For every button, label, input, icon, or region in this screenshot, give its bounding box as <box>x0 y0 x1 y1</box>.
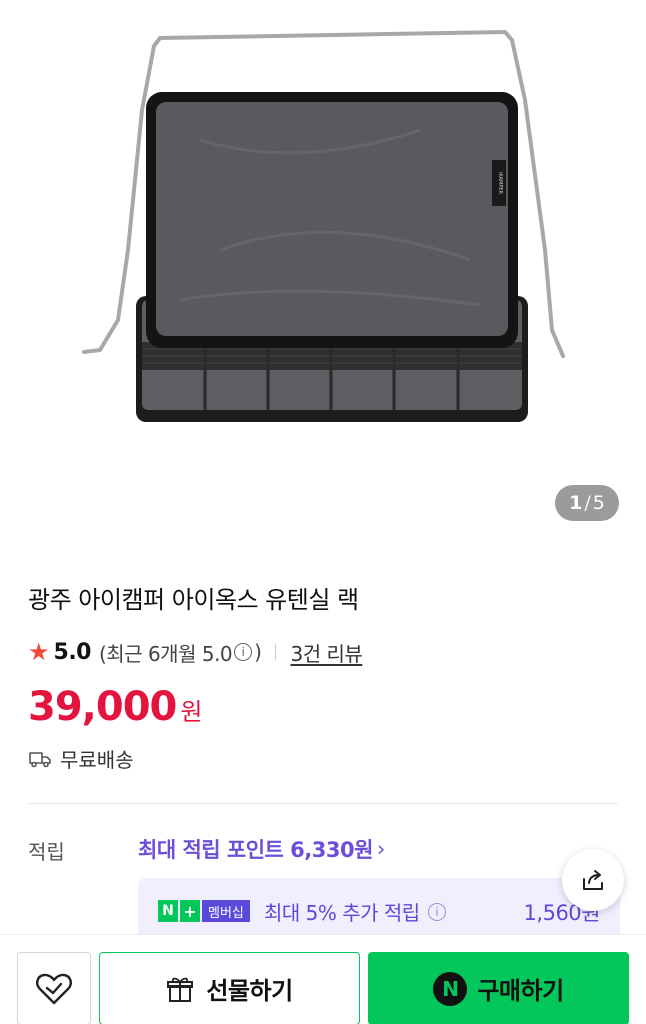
product-image-gallery[interactable]: iKAMPER 1 / 5 <box>0 0 646 548</box>
section-divider <box>28 803 618 804</box>
npay-icon: N <box>433 971 468 1006</box>
buy-button[interactable]: N 구매하기 <box>368 952 629 1024</box>
info-icon[interactable]: i <box>427 902 446 921</box>
membership-text: 최대 5% 추가 적립 <box>264 901 420 925</box>
membership-text-wrap: 최대 5% 추가 적립 i <box>264 897 448 926</box>
price-currency: 원 <box>180 698 203 726</box>
membership-badge-label: 멤버십 <box>202 900 250 922</box>
product-title: 광주 아이캠퍼 아이옥스 유텐실 랙 <box>28 586 359 614</box>
page-separator: / <box>584 492 591 514</box>
info-icon[interactable]: i <box>234 643 253 661</box>
review-link[interactable]: 3건 리뷰 <box>290 638 362 667</box>
product-image: iKAMPER <box>82 29 565 422</box>
max-points-text: 최대 적립 포인트 6,330원 <box>138 838 373 862</box>
points-label: 적립 <box>28 840 65 864</box>
bottom-action-bar: 선물하기 N 구매하기 <box>0 934 646 1024</box>
total-pages: 5 <box>592 492 605 514</box>
rating-row: ★ 5.0 (최근 6개월 5.0 i ) 3건 리뷰 <box>28 636 363 668</box>
buy-label: 구매하기 <box>477 977 564 1005</box>
naver-n-icon: N <box>158 900 178 922</box>
star-icon: ★ <box>28 638 50 666</box>
share-icon <box>583 870 603 890</box>
gift-label: 선물하기 <box>206 977 293 1005</box>
price-row: 39,000 원 <box>28 684 202 730</box>
price-value: 39,000 <box>28 684 177 730</box>
membership-badge: N + 멤버십 <box>158 900 250 922</box>
rating-recent-close: ) <box>254 640 262 664</box>
current-page: 1 <box>569 492 583 514</box>
divider <box>275 644 277 660</box>
svg-text:iKAMPER: iKAMPER <box>497 172 503 194</box>
shipping-label: 무료배송 <box>60 748 134 772</box>
membership-points-box[interactable]: N + 멤버십 최대 5% 추가 적립 i 1,560원 <box>138 878 620 942</box>
truck-icon <box>29 751 51 767</box>
chevron-right-icon: › <box>376 837 385 861</box>
gift-icon <box>167 977 194 1002</box>
shipping-info: 무료배송 <box>28 744 134 773</box>
heart-check-icon <box>36 973 72 1004</box>
plus-icon: + <box>180 900 200 922</box>
share-button[interactable] <box>562 849 624 911</box>
rating-recent: (최근 6개월 5.0 <box>99 641 233 666</box>
gift-button[interactable]: 선물하기 <box>99 952 360 1024</box>
rating-score: 5.0 <box>53 639 92 665</box>
wishlist-button[interactable] <box>17 952 91 1024</box>
max-points-link[interactable]: 최대 적립 포인트 6,330원 › <box>138 834 385 864</box>
image-page-counter: 1 / 5 <box>555 485 619 521</box>
